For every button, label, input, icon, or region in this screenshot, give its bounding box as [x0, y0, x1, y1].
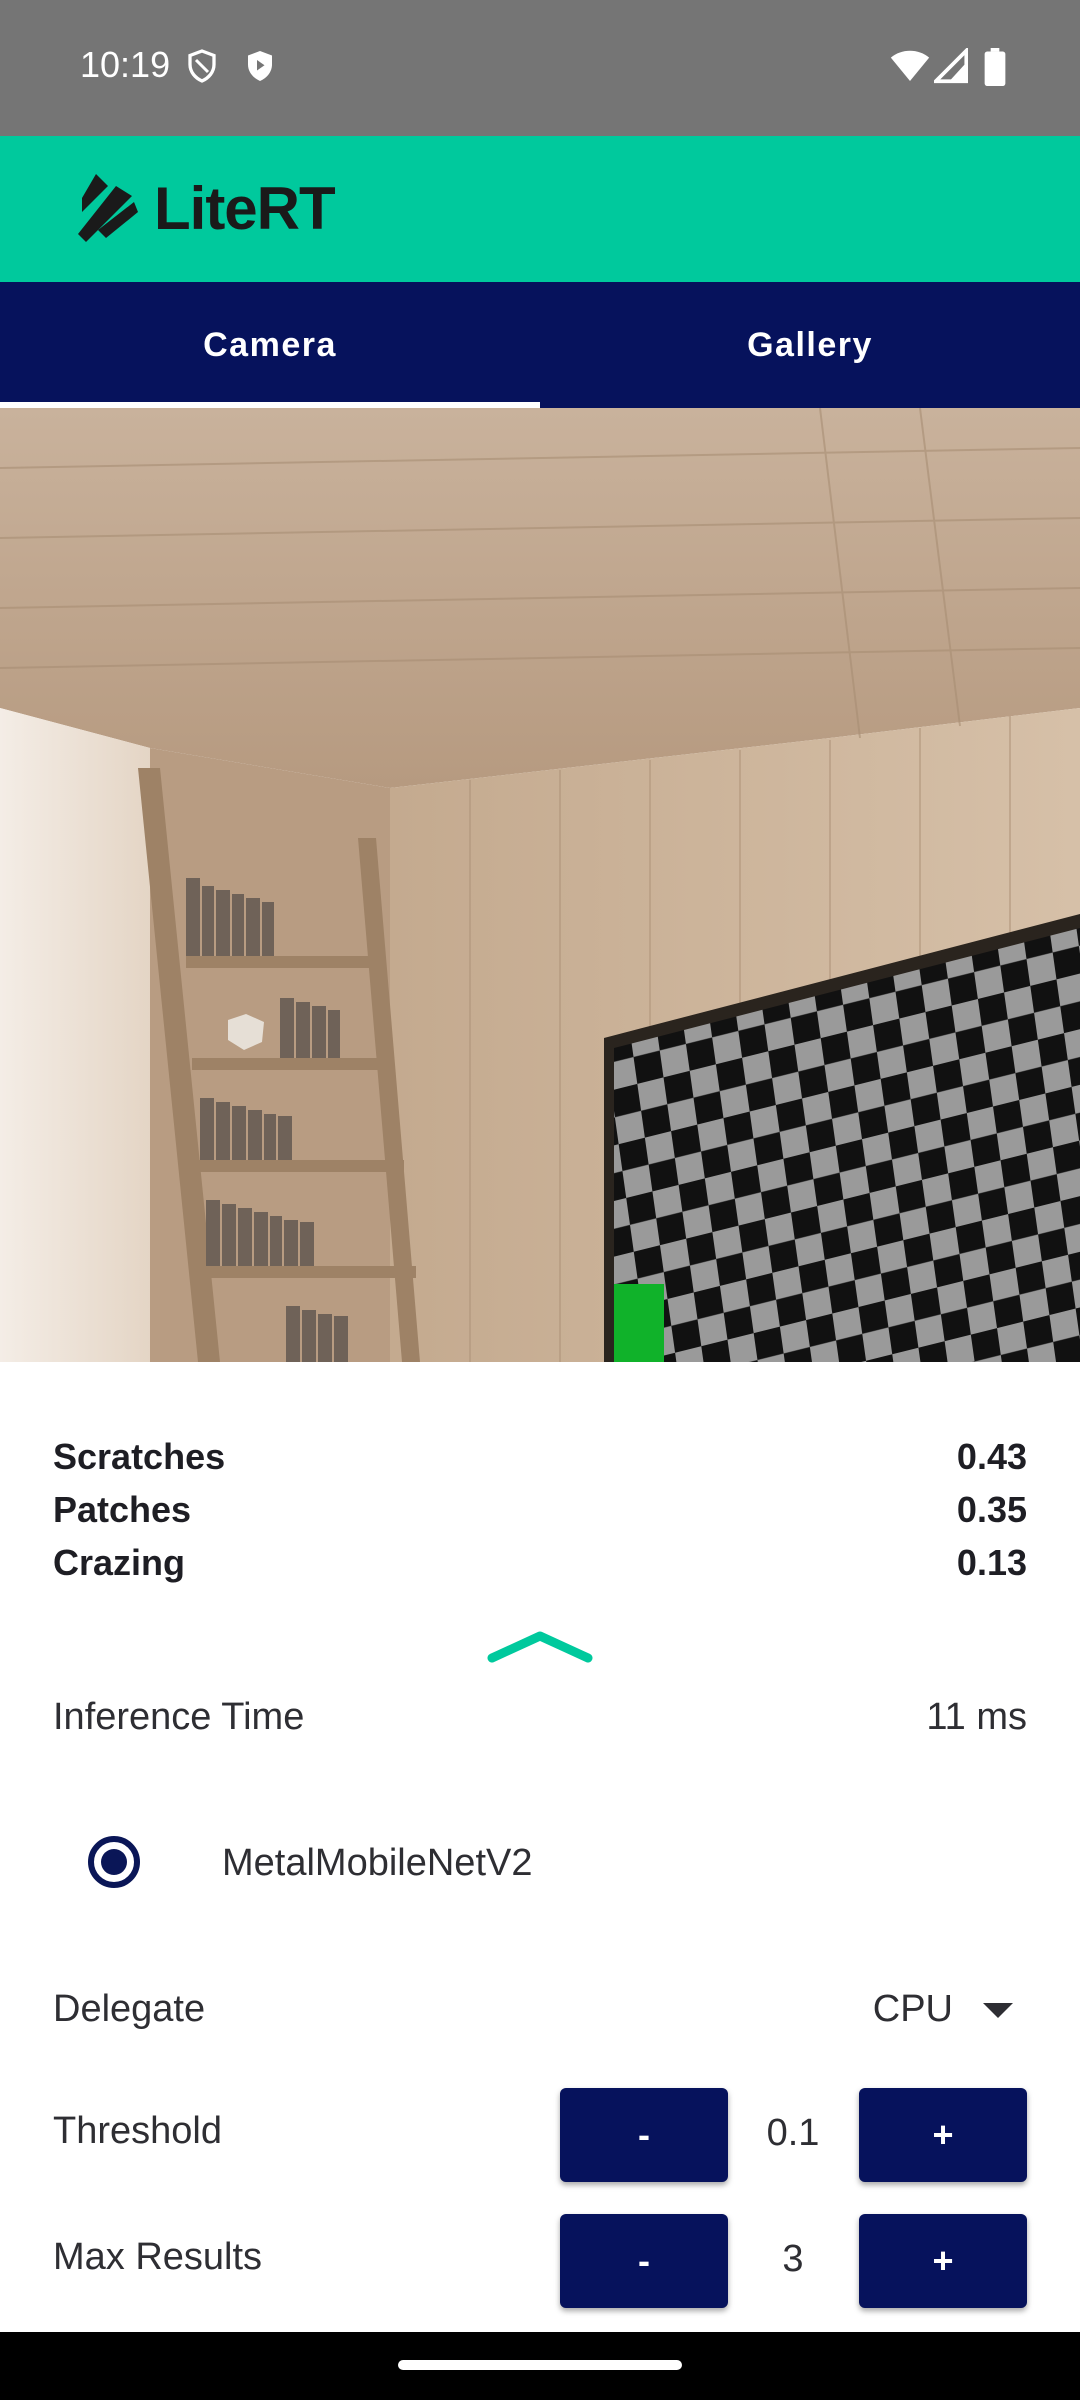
- max-results-increase-button[interactable]: +: [859, 2214, 1027, 2308]
- inference-time-value: 11 ms: [926, 1696, 1027, 1738]
- delegate-dropdown[interactable]: CPU: [873, 1988, 1027, 2031]
- result-score: 0.13: [956, 1542, 1027, 1583]
- tab-gallery-label: Gallery: [747, 325, 873, 364]
- minus-label: -: [638, 2240, 650, 2281]
- result-row: Crazing 0.13: [53, 1542, 1027, 1584]
- status-time: 10:19: [80, 44, 171, 85]
- model-radio-button[interactable]: [88, 1836, 140, 1888]
- threshold-increase-button[interactable]: +: [859, 2088, 1027, 2182]
- camera-preview-image: [0, 408, 1080, 1362]
- tab-bar: Camera Gallery: [0, 282, 1080, 408]
- radio-selected-dot: [101, 1849, 127, 1875]
- max-results-label: Max Results: [53, 2236, 263, 2278]
- home-gesture-handle[interactable]: [398, 2360, 682, 2370]
- delegate-row: Delegate CPU: [53, 1988, 1027, 2031]
- result-label: Scratches: [53, 1436, 226, 1477]
- result-label: Crazing: [53, 1542, 186, 1583]
- expand-chevron-up-icon[interactable]: [486, 1628, 594, 1664]
- battery-icon: [984, 48, 1006, 86]
- delegate-label: Delegate: [53, 1988, 206, 2030]
- camera-preview[interactable]: [0, 408, 1080, 1362]
- model-option-label[interactable]: MetalMobileNetV2: [222, 1842, 532, 1885]
- max-results-value: 3: [782, 2238, 804, 2280]
- max-results-decrease-button[interactable]: -: [560, 2214, 728, 2308]
- result-score: 0.43: [956, 1436, 1027, 1477]
- app-logo: LiteRT: [76, 172, 336, 244]
- shield-outline-icon: [188, 49, 216, 83]
- threshold-label: Threshold: [53, 2110, 222, 2152]
- threshold-value: 0.1: [766, 2112, 820, 2154]
- result-row: Patches 0.35: [53, 1489, 1027, 1531]
- wifi-icon: [890, 50, 930, 81]
- shield-play-icon: [248, 51, 272, 81]
- status-bar: 10:19: [0, 0, 1080, 136]
- app-bar: LiteRT: [0, 136, 1080, 282]
- result-row: Scratches 0.43: [53, 1436, 1027, 1478]
- result-label: Patches: [53, 1489, 192, 1530]
- tab-camera[interactable]: Camera: [0, 282, 540, 408]
- plus-label: +: [932, 2114, 954, 2155]
- navigation-bar: [0, 2332, 1080, 2400]
- result-score: 0.35: [956, 1489, 1027, 1530]
- tab-gallery[interactable]: Gallery: [540, 282, 1080, 408]
- minus-label: -: [638, 2114, 650, 2155]
- inference-time-label: Inference Time: [53, 1696, 305, 1738]
- cell-signal-icon: [934, 48, 968, 84]
- inference-time-row: Inference Time 11 ms: [53, 1696, 1027, 1739]
- plus-label: +: [932, 2240, 954, 2281]
- delegate-value: CPU: [872, 1988, 953, 2030]
- threshold-decrease-button[interactable]: -: [560, 2088, 728, 2182]
- litert-logo-icon: [78, 174, 138, 242]
- bottom-sheet: Scratches 0.43 Patches 0.35 Crazing 0.13…: [0, 1362, 1080, 2332]
- dropdown-arrow-icon: [983, 2002, 1013, 2018]
- app-logo-text: LiteRT: [154, 174, 336, 242]
- tab-camera-label: Camera: [203, 325, 337, 364]
